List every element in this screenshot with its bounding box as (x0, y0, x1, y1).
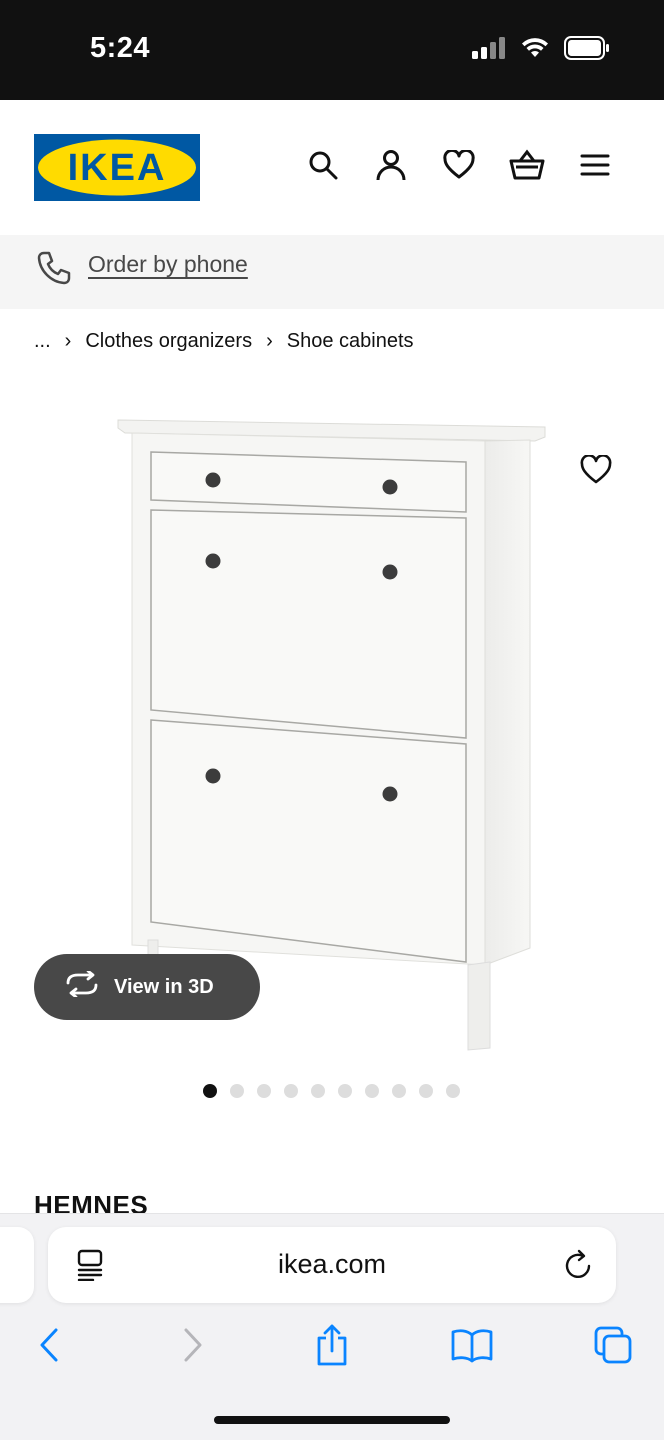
breadcrumb-ellipsis[interactable]: ... (34, 330, 51, 353)
add-to-favourites-button[interactable] (574, 448, 618, 492)
tabs-button[interactable] (588, 1322, 638, 1368)
back-icon (40, 1328, 58, 1362)
heart-icon[interactable] (440, 146, 478, 184)
rotate-3d-icon (64, 969, 100, 1003)
search-icon[interactable] (304, 146, 342, 184)
carousel-dot[interactable] (203, 1084, 217, 1098)
header-actions (304, 146, 614, 184)
share-button[interactable] (307, 1322, 357, 1368)
breadcrumb: ... › Clothes organizers › Shoe cabinets (34, 330, 414, 353)
carousel-dot[interactable] (338, 1084, 352, 1098)
order-by-phone-bar: Order by phone (0, 235, 664, 309)
carousel-dot[interactable] (419, 1084, 433, 1098)
carousel-dot[interactable] (392, 1084, 406, 1098)
back-button[interactable] (24, 1322, 74, 1368)
tabs-icon (594, 1326, 632, 1364)
chevron-right-icon: › (266, 330, 273, 352)
ikea-logo[interactable]: IKEA (34, 134, 200, 201)
status-icons (472, 36, 610, 65)
carousel-dot[interactable] (230, 1084, 244, 1098)
shopping-basket-icon[interactable] (508, 146, 546, 184)
site-header: IKEA (0, 100, 664, 235)
share-icon (317, 1324, 347, 1366)
battery-icon (564, 36, 610, 65)
product-name: HEMNES (34, 1190, 149, 1214)
breadcrumb-shoe-cabinets[interactable]: Shoe cabinets (287, 330, 414, 353)
svg-text:IKEA: IKEA (68, 147, 167, 189)
account-icon[interactable] (372, 146, 410, 184)
phone-icon (36, 250, 72, 291)
carousel-dot[interactable] (284, 1084, 298, 1098)
carousel-dot[interactable] (311, 1084, 325, 1098)
previous-tab-preview[interactable] (0, 1227, 34, 1303)
menu-icon[interactable] (576, 146, 614, 184)
status-time: 5:24 (90, 32, 151, 64)
forward-icon (184, 1328, 202, 1362)
url-text[interactable]: ikea.com (48, 1249, 616, 1280)
bookmarks-button[interactable] (447, 1322, 497, 1368)
carousel-dot[interactable] (365, 1084, 379, 1098)
chevron-right-icon: › (64, 330, 72, 352)
reload-icon[interactable] (564, 1249, 594, 1286)
heart-icon (580, 455, 612, 484)
carousel-dot[interactable] (446, 1084, 460, 1098)
image-carousel-dots (203, 1084, 460, 1098)
status-bar: 5:24 (0, 0, 664, 100)
forward-button[interactable] (168, 1322, 218, 1368)
home-indicator (214, 1416, 450, 1424)
browser-nav-row (0, 1322, 664, 1372)
address-bar[interactable]: ikea.com (48, 1227, 616, 1303)
order-by-phone-link[interactable]: Order by phone (88, 251, 248, 278)
cellular-signal-icon (472, 37, 506, 64)
bookmarks-icon (451, 1329, 493, 1363)
carousel-dot[interactable] (257, 1084, 271, 1098)
view-in-3d-button[interactable]: View in 3D (34, 954, 260, 1020)
view-in-3d-label: View in 3D (114, 975, 214, 998)
breadcrumb-clothes-organizers[interactable]: Clothes organizers (85, 330, 252, 353)
wifi-icon (520, 37, 550, 64)
